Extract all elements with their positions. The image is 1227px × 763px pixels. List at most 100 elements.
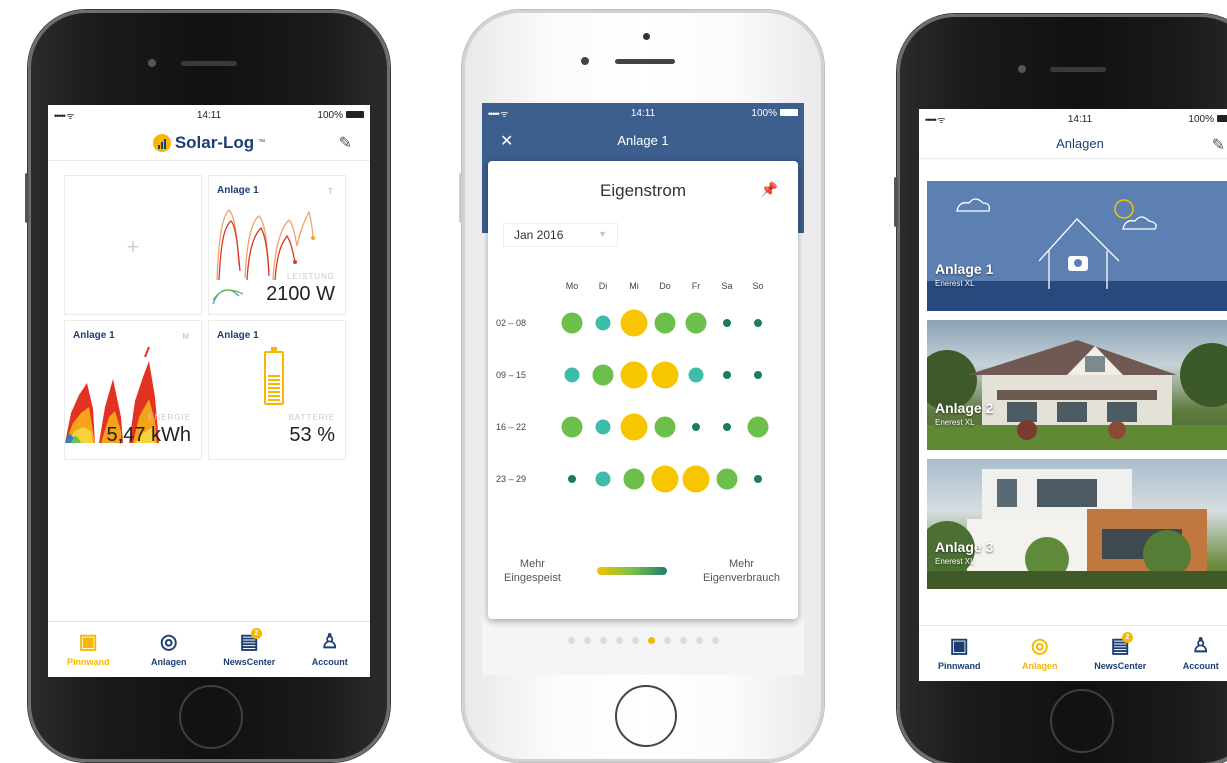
page-dot[interactable]	[647, 637, 655, 644]
phone-center: ••••• ᯤ 14:11 100% ✕ Anlage 1 Eigenstrom…	[459, 10, 824, 762]
tab-anlagen[interactable]: ◎ Anlagen	[129, 622, 210, 677]
plant-card-3[interactable]: Anlage 3 Enerest XL	[927, 459, 1227, 589]
side-button	[25, 173, 29, 223]
page-dot[interactable]	[615, 637, 623, 644]
modern-house-photo	[927, 469, 1227, 589]
day-dot[interactable]	[654, 416, 676, 438]
page-dot[interactable]	[679, 637, 687, 644]
tab-pinnwand[interactable]: ▣ Pinnwand	[919, 626, 1000, 681]
day-dot[interactable]	[620, 413, 648, 441]
day-dot[interactable]	[651, 361, 679, 389]
logo-trademark: ™	[258, 139, 266, 146]
legend-left-line1: Mehr	[519, 558, 545, 570]
plant-type: Enerest XL	[935, 279, 975, 288]
day-dot[interactable]	[651, 465, 679, 493]
day-dot[interactable]	[595, 315, 611, 331]
account-icon: ♙	[320, 631, 339, 653]
day-label-mo: Mo	[566, 281, 579, 291]
day-label-so: So	[752, 281, 763, 291]
page-dot[interactable]	[599, 637, 607, 644]
tab-newscenter[interactable]: ▤ 2 NewsCenter	[1080, 626, 1161, 681]
page-dot[interactable]	[711, 637, 719, 644]
page-dot[interactable]	[567, 637, 575, 644]
day-dot[interactable]	[692, 423, 700, 431]
pinboard-icon: ▣	[949, 635, 969, 657]
phone-right: ••••• ᯤ 14:11 100% Anlagen ✎ Anlage 1 En…	[894, 14, 1227, 763]
day-dot[interactable]	[754, 319, 762, 327]
tab-label: NewsCenter	[1094, 661, 1147, 671]
day-dot[interactable]	[723, 319, 731, 327]
account-icon: ♙	[1191, 635, 1210, 657]
tile-leistung[interactable]: Anlage 1 T LEISTUNG 2100 W	[208, 175, 346, 315]
status-bar: ••••• ᯤ 14:11 100%	[482, 103, 804, 123]
tab-label: Account	[311, 657, 348, 667]
day-dot[interactable]	[754, 371, 762, 379]
day-dot[interactable]	[654, 312, 676, 334]
logo-text: Solar-Log	[174, 132, 255, 152]
page-dot[interactable]	[631, 637, 639, 644]
status-bar: ••••• ᯤ 14:11 100%	[48, 105, 370, 125]
day-dot[interactable]	[747, 416, 769, 438]
day-dot[interactable]	[623, 468, 645, 490]
day-dot[interactable]	[688, 367, 704, 383]
earpiece	[181, 61, 237, 66]
home-button[interactable]	[615, 685, 677, 747]
day-dot[interactable]	[685, 312, 707, 334]
day-label-sa: Sa	[721, 281, 732, 291]
day-label-mi: Mi	[629, 281, 639, 291]
tile-title: Anlage 1	[217, 185, 259, 196]
tab-account[interactable]: ♙ Account	[1161, 626, 1227, 681]
day-dot[interactable]	[620, 361, 648, 389]
plant-name: Anlage 1	[935, 261, 994, 277]
legend-left: Mehr Eingespeist	[504, 557, 561, 585]
pencil-icon[interactable]: ✎	[339, 133, 352, 153]
status-time: 14:11	[1067, 113, 1093, 125]
tile-title: Anlage 1	[217, 330, 259, 341]
close-icon[interactable]: ✕	[500, 131, 513, 151]
tab-newscenter[interactable]: ▤ 2 NewsCenter	[209, 622, 290, 677]
day-dot[interactable]	[595, 471, 611, 487]
day-dot[interactable]	[561, 312, 583, 334]
page-dot[interactable]	[583, 637, 591, 644]
day-dot[interactable]	[754, 475, 762, 483]
day-dot[interactable]	[620, 309, 648, 337]
tab-label: Anlagen	[1021, 661, 1058, 671]
page-dot[interactable]	[695, 637, 703, 644]
pencil-icon[interactable]: ✎	[1212, 135, 1225, 155]
status-time: 14:11	[630, 107, 656, 119]
page-dot[interactable]	[663, 637, 671, 644]
solar-log-logo: Solar-Log ™	[152, 132, 266, 153]
day-dot[interactable]	[564, 367, 580, 383]
battery-gauge-icon	[264, 347, 284, 405]
day-dot[interactable]	[682, 465, 710, 493]
day-dot[interactable]	[716, 468, 738, 490]
week-label: 16 – 22	[496, 422, 526, 432]
tab-pinnwand[interactable]: ▣ Pinnwand	[48, 622, 129, 677]
plant-card-1[interactable]: Anlage 1 Enerest XL	[927, 181, 1227, 311]
plant-card-2[interactable]: Anlage 2 Enerest XL	[927, 320, 1227, 450]
home-button[interactable]	[179, 685, 243, 749]
day-dot[interactable]	[568, 475, 576, 483]
eigenstrom-card: Eigenstrom 📌 Jan 2016 ▼ Mo Di Mi Do Fr Sa So 02…	[488, 161, 798, 619]
plus-icon: +	[126, 234, 140, 259]
plant-type: Enerest XL	[935, 418, 975, 427]
status-time: 14:11	[196, 109, 222, 121]
plant-type: Enerest XL	[935, 557, 975, 566]
add-tile[interactable]: +	[64, 175, 202, 315]
tile-value: 2100 W	[266, 283, 335, 305]
day-dot[interactable]	[592, 364, 614, 386]
tile-batterie[interactable]: Anlage 1 BATTERIE 53 %	[208, 320, 346, 460]
tab-account[interactable]: ♙ Account	[290, 622, 371, 677]
status-bar: ••••• ᯤ 14:11 100%	[919, 109, 1227, 129]
tile-energie[interactable]: Anlage 1 M ENERGIE 5,47 kWh	[64, 320, 202, 460]
tile-grid: + Anlage 1 T LEISTUNG 2100 W Anlage 1 M …	[64, 175, 348, 460]
day-dot[interactable]	[723, 423, 731, 431]
page-indicator[interactable]	[482, 637, 804, 644]
screen-anlagen: ••••• ᯤ 14:11 100% Anlagen ✎ Anlage 1 En…	[919, 109, 1227, 681]
tab-anlagen[interactable]: ◎ Anlagen	[1000, 626, 1081, 681]
day-dot[interactable]	[723, 371, 731, 379]
day-dot[interactable]	[595, 419, 611, 435]
tab-bar: ▣ Pinnwand ◎ Anlagen ▤ 2 NewsCenter ♙ Account	[48, 621, 370, 677]
day-dot[interactable]	[561, 416, 583, 438]
home-button[interactable]	[1050, 689, 1114, 753]
